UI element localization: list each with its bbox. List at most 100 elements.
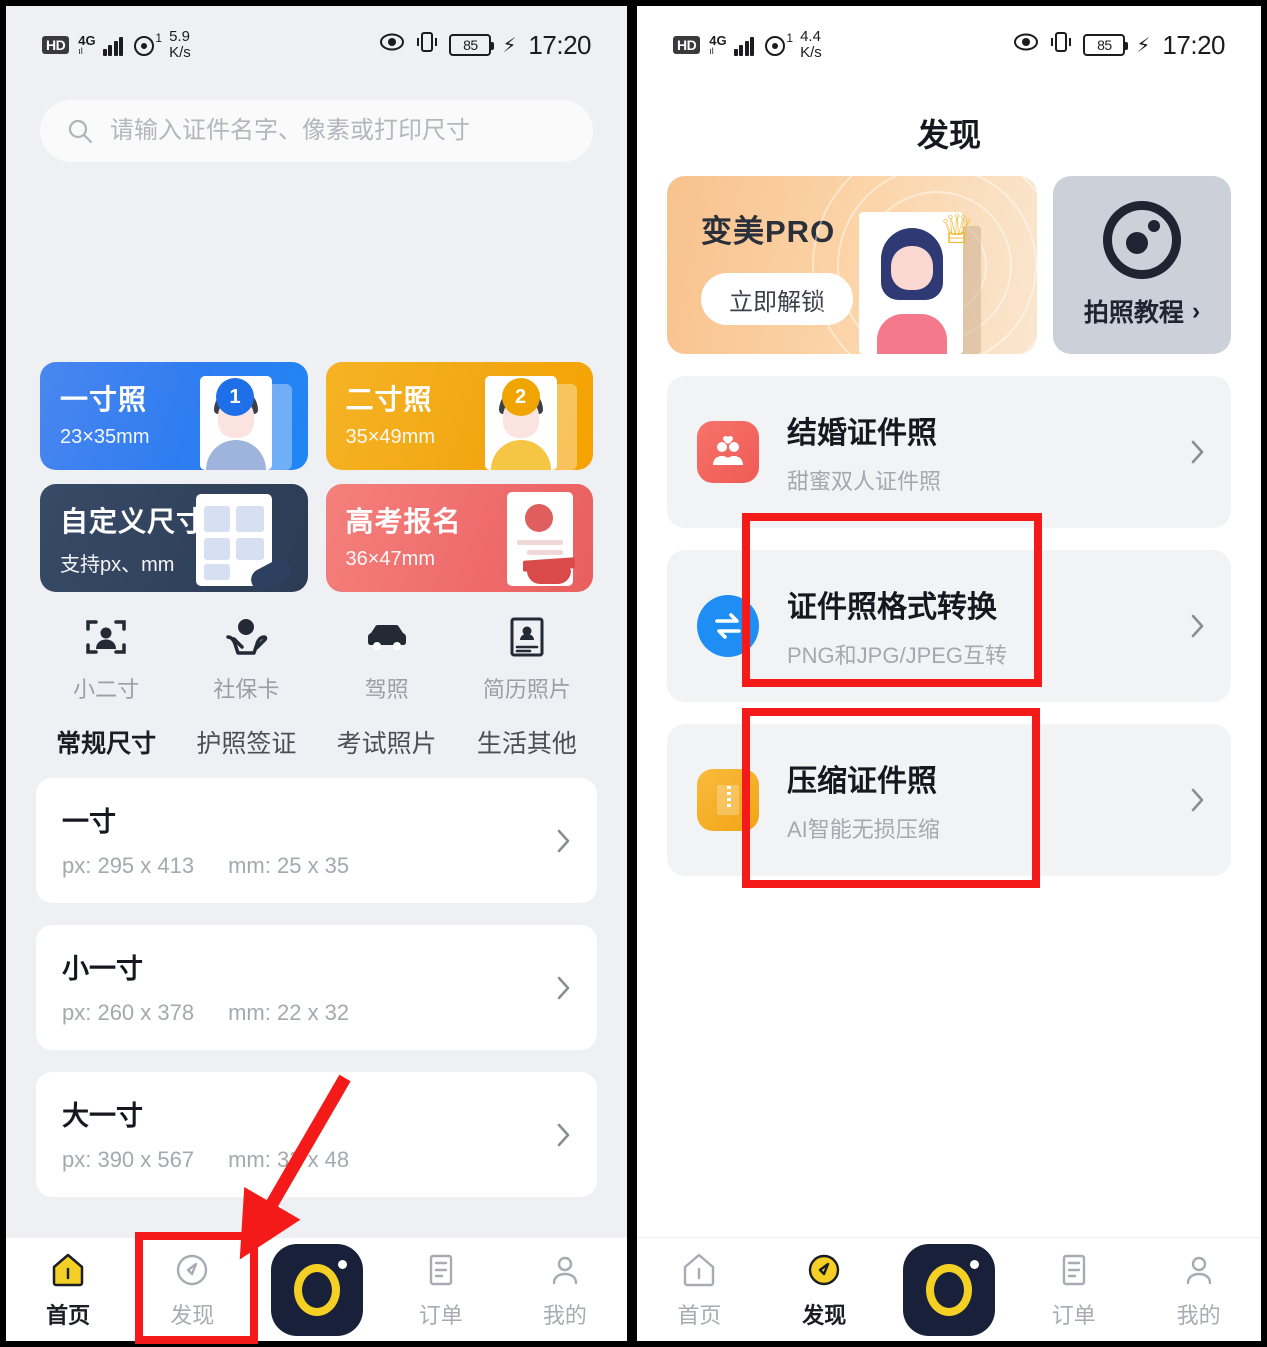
compass-icon — [170, 1249, 214, 1291]
list-item[interactable]: 大一寸 px: 390 x 567 mm: 33 x 48 — [36, 1072, 597, 1197]
nav-item-camera[interactable] — [254, 1243, 378, 1336]
size-list: 一寸 px: 295 x 413 mm: 25 x 35 小一寸 px: 260… — [6, 760, 627, 1197]
camera-icon[interactable] — [902, 1243, 995, 1336]
clock: 17:20 — [1162, 29, 1225, 60]
nav-item-home[interactable]: 首页 — [6, 1249, 130, 1330]
chevron-right-icon — [1191, 440, 1205, 464]
nav-item-profile[interactable]: 我的 — [1136, 1249, 1261, 1330]
hd-icon: HD — [673, 36, 701, 54]
card-gaokao-registration[interactable]: 高考报名 36×47mm — [325, 484, 593, 592]
size-mm: mm: 33 x 48 — [228, 1147, 350, 1172]
card-custom-size[interactable]: 自定义尺寸 支持px、mm — [40, 484, 308, 592]
eye-comfort-icon — [379, 31, 405, 60]
feature-list: 结婚证件照 甜蜜双人证件照 证件照格式转换 PNG和JPG/JPEG互转 压缩证… — [637, 354, 1261, 876]
car-icon — [362, 614, 412, 660]
quick-icon-label: 小二寸 — [73, 677, 140, 702]
feature-compress-photo[interactable]: 压缩证件照 AI智能无损压缩 — [667, 724, 1231, 876]
right-phone-screen: HD 4G ıl 1 4.4 K/s 85 ⚡ 17:20 发现 变美PRO 立… — [633, 0, 1267, 1347]
nav-item-orders[interactable]: 订单 — [1011, 1249, 1136, 1330]
feature-format-convert[interactable]: 证件照格式转换 PNG和JPG/JPEG互转 — [667, 550, 1231, 702]
search-icon — [66, 117, 94, 145]
left-phone-screen: HD 4G ıl 1 5.9 K/s 85 ⚡ 17:20 请输入证件名字、像素… — [0, 0, 633, 1347]
nav-label: 首页 — [677, 1303, 722, 1328]
page-title: 发现 — [916, 117, 981, 153]
tab-label: 考试照片 — [336, 730, 437, 758]
id-card-icon — [502, 614, 552, 660]
clock: 17:20 — [528, 29, 591, 60]
status-left-group: HD 4G ıl 1 4.4 K/s — [673, 29, 822, 61]
tab-life-other[interactable]: 生活其他 — [457, 724, 597, 760]
nav-label: 发现 — [170, 1303, 215, 1328]
network-type-icon: 4G ıl — [78, 33, 96, 56]
quick-icon-drivers-license[interactable]: 驾照 — [317, 614, 457, 704]
nav-item-profile[interactable]: 我的 — [503, 1249, 627, 1330]
quick-icon-small-two-inch[interactable]: 小二寸 — [36, 614, 176, 704]
size-name: 一寸 — [62, 807, 116, 837]
home-icon — [677, 1249, 721, 1291]
crown-icon: ♕ — [939, 208, 975, 252]
status-left-group: HD 4G ıl 1 5.9 K/s — [42, 29, 191, 61]
chevron-right-icon — [557, 829, 571, 853]
charging-icon: ⚡ — [1136, 34, 1151, 57]
feature-title: 证件照格式转换 — [787, 591, 997, 624]
chevron-right-icon — [557, 976, 571, 1000]
status-right-group: 85 ⚡ 17:20 — [379, 30, 591, 61]
search-bar[interactable] — [40, 100, 593, 162]
network-speed: 4.4 K/s — [800, 28, 822, 61]
card-one-inch-photo[interactable]: 一寸照 23×35mm 1 — [40, 362, 308, 470]
order-icon — [419, 1249, 463, 1291]
tab-standard-sizes[interactable]: 常规尺寸 — [36, 724, 176, 764]
nav-item-discover[interactable]: 发现 — [130, 1249, 254, 1330]
card-badge: 2 — [501, 378, 540, 416]
signal-bars-icon — [733, 34, 755, 56]
tab-passport-visa[interactable]: 护照签证 — [176, 724, 316, 760]
girl-illustration: ♕ — [859, 204, 981, 354]
nav-label: 我的 — [542, 1303, 587, 1328]
dual-screenshot-stage: HD 4G ıl 1 5.9 K/s 85 ⚡ 17:20 请输入证件名字、像素… — [0, 0, 1267, 1347]
banner-row: 变美PRO 立即解锁 ♕ 拍照教程 › — [637, 176, 1261, 354]
quick-icon-row: 小二寸 社保卡 驾照 简历照片 — [6, 592, 627, 710]
quick-icon-social-security-card[interactable]: 社保卡 — [176, 614, 316, 704]
nav-item-camera[interactable] — [887, 1243, 1012, 1336]
camera-lens-icon — [1103, 201, 1181, 279]
tab-label: 常规尺寸 — [56, 730, 157, 758]
battery-indicator: 85 — [1083, 34, 1129, 56]
feature-title: 结婚证件照 — [787, 417, 937, 450]
tab-label: 护照签证 — [196, 730, 297, 758]
feature-marriage-photo[interactable]: 结婚证件照 甜蜜双人证件照 — [667, 376, 1231, 528]
list-item[interactable]: 一寸 px: 295 x 413 mm: 25 x 35 — [36, 778, 597, 903]
nav-label: 发现 — [802, 1303, 847, 1328]
compass-icon — [802, 1249, 846, 1291]
size-mm: mm: 22 x 32 — [228, 1000, 350, 1025]
home-icon — [46, 1249, 90, 1291]
search-input[interactable] — [110, 117, 567, 145]
graduate-illustration — [483, 490, 579, 590]
vibrate-icon — [1048, 31, 1074, 60]
layout-illustration — [195, 490, 296, 592]
quick-icon-label: 驾照 — [364, 677, 409, 702]
bottom-navigation: 首页 发现 订单 我的 — [6, 1237, 627, 1341]
tab-exam-photo[interactable]: 考试照片 — [317, 724, 457, 760]
nav-item-discover[interactable]: 发现 — [762, 1249, 887, 1330]
swap-arrows-icon — [697, 595, 759, 657]
tutorial-label: 拍照教程 › — [1083, 296, 1201, 328]
photo-tutorial-card[interactable]: 拍照教程 › — [1053, 176, 1231, 354]
card-badge: 1 — [216, 378, 254, 416]
quick-icon-label: 简历照片 — [482, 677, 571, 702]
signal-bars-icon — [102, 34, 124, 56]
card-two-inch-photo[interactable]: 二寸照 35×49mm 2 — [325, 362, 593, 470]
promo-banner-beauty-pro[interactable]: 变美PRO 立即解锁 ♕ — [667, 176, 1037, 354]
chevron-right-icon — [557, 1123, 571, 1147]
size-category-tabs: 常规尺寸 护照签证 考试照片 生活其他 — [6, 710, 627, 764]
size-px: px: 295 x 413 — [62, 853, 195, 878]
status-bar: HD 4G ıl 1 4.4 K/s 85 ⚡ 17:20 — [637, 6, 1261, 84]
camera-icon[interactable] — [270, 1243, 363, 1336]
list-item[interactable]: 小一寸 px: 260 x 378 mm: 22 x 32 — [36, 925, 597, 1050]
nav-item-home[interactable]: 首页 — [637, 1249, 762, 1330]
nav-item-orders[interactable]: 订单 — [379, 1249, 503, 1330]
size-name: 小一寸 — [62, 954, 143, 984]
charging-icon: ⚡ — [502, 34, 517, 57]
bottom-navigation: 首页 发现 订单 我的 — [637, 1237, 1261, 1341]
nav-label: 首页 — [46, 1303, 91, 1328]
quick-icon-resume-photo[interactable]: 简历照片 — [457, 614, 597, 704]
